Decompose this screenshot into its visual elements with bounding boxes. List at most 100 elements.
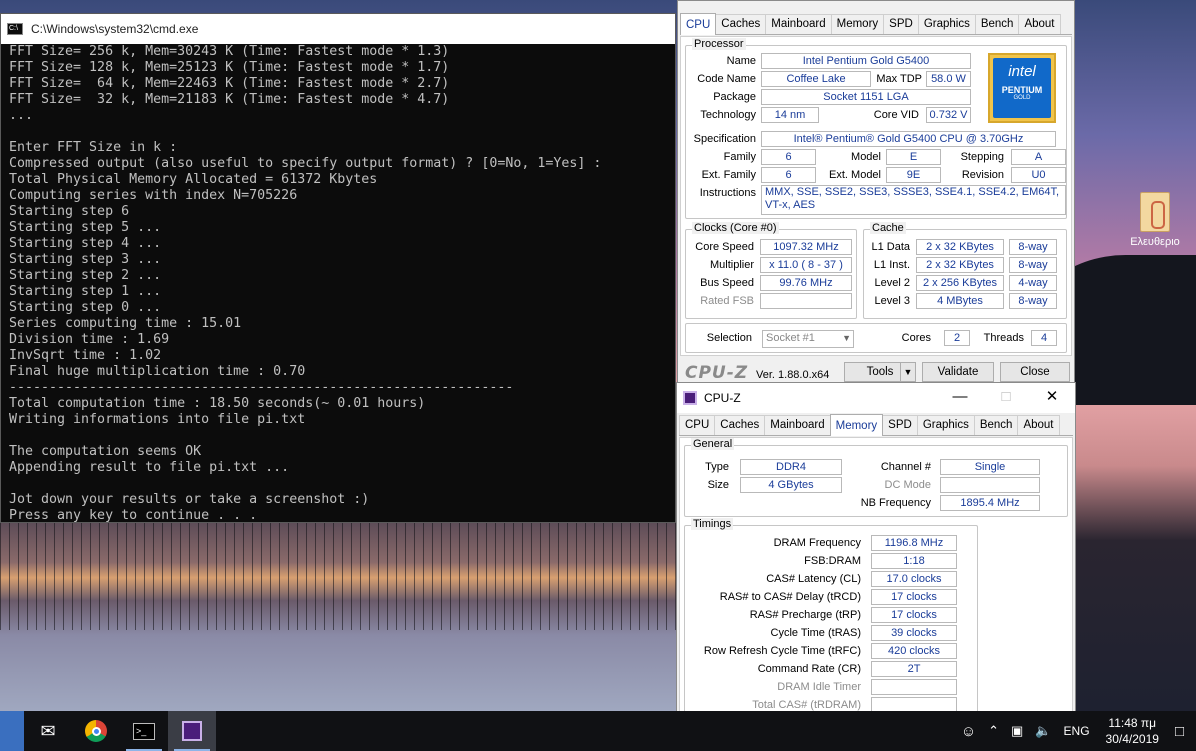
cmd-line: InvSqrt time : 1.02: [9, 348, 162, 363]
tab-about[interactable]: About: [1018, 14, 1061, 34]
network-icon[interactable]: ▣: [1011, 723, 1023, 739]
type-value: DDR4: [740, 459, 842, 475]
desktop-folder-icon[interactable]: Ελευθεριο: [1120, 192, 1190, 248]
cmd-taskbar-icon[interactable]: >_: [120, 711, 168, 751]
volume-icon[interactable]: 🔈: [1035, 723, 1051, 739]
memory-panel: General Type DDR4 Size 4 GBytes Channel …: [679, 437, 1073, 714]
tab-cpu[interactable]: CPU: [679, 415, 716, 435]
size-label: Size: [707, 479, 729, 491]
timing-value: 17 clocks: [871, 589, 957, 605]
mail-icon[interactable]: ✉: [24, 711, 72, 751]
tab-graphics[interactable]: Graphics: [917, 14, 976, 34]
tab-memory[interactable]: Memory: [829, 414, 884, 436]
memory-window-titlebar[interactable]: CPU-Z — □ ✕: [677, 383, 1075, 413]
l1-inst-label: L1 Inst.: [873, 259, 910, 271]
core-vid-value: 0.732 V: [926, 107, 971, 123]
cores-label: Cores: [901, 332, 931, 344]
cores-value: 2: [944, 330, 970, 346]
desktop-icon-label: Ελευθεριο: [1130, 236, 1180, 248]
timing-label: RAS# Precharge (tRP): [749, 609, 861, 621]
clock-date: 30/4/2019: [1105, 732, 1159, 746]
start-button[interactable]: [0, 711, 24, 751]
timing-value: 420 clocks: [871, 643, 957, 659]
tab-spd[interactable]: SPD: [882, 415, 918, 435]
tab-caches[interactable]: Caches: [715, 14, 767, 34]
core-vid-label: Core VID: [873, 109, 919, 121]
logo-line1: PENTIUM: [1001, 85, 1043, 95]
l1-data-value: 2 x 32 KBytes: [916, 239, 1004, 255]
version-text: Ver. 1.88.0.x64: [756, 369, 830, 381]
technology-value: 14 nm: [761, 107, 819, 123]
rated-fsb-label: Rated FSB: [700, 295, 754, 307]
ext-family-value: 6: [761, 167, 816, 183]
tab-about[interactable]: About: [1017, 415, 1060, 435]
tab-mainboard[interactable]: Mainboard: [765, 14, 832, 34]
chrome-icon[interactable]: [72, 711, 120, 751]
codename-label: Code Name: [697, 73, 756, 85]
cache-group-title: Cache: [870, 222, 906, 234]
cmd-line: Final huge multiplication time : 0.70: [9, 364, 306, 379]
minimize-icon[interactable]: —: [937, 383, 983, 413]
timing-value: 2T: [871, 661, 957, 677]
chevron-up-icon[interactable]: ⌃: [988, 723, 999, 739]
revision-value: U0: [1011, 167, 1066, 183]
cmd-output[interactable]: FFT Size= 256 k, Mem=30243 K (Time: Fast…: [1, 44, 675, 524]
tools-button-label: Tools: [866, 366, 894, 378]
cmd-titlebar[interactable]: C:\ C:\Windows\system32\cmd.exe: [1, 14, 675, 44]
tdp-label: Max TDP: [876, 73, 922, 85]
cmd-line: Total Physical Memory Allocated = 61372 …: [9, 172, 378, 187]
tab-bench[interactable]: Bench: [973, 415, 1019, 435]
bus-speed-value: 99.76 MHz: [760, 275, 852, 291]
codename-value: Coffee Lake: [761, 71, 871, 87]
timing-label: Total CAS# (tRDRAM): [752, 699, 861, 711]
cmd-line: ----------------------------------------…: [9, 380, 514, 395]
logo-line2: GOLD: [1013, 95, 1031, 101]
package-label: Package: [713, 91, 756, 103]
tab-spd[interactable]: SPD: [883, 14, 919, 34]
clock[interactable]: 11:48 πμ 30/4/2019: [1106, 715, 1159, 747]
logo-brand: intel: [1008, 63, 1036, 80]
instructions-label: Instructions: [699, 187, 756, 199]
nb-frequency-label: NB Frequency: [860, 497, 931, 509]
instructions-value: MMX, SSE, SSE2, SSE3, SSSE3, SSE4.1, SSE…: [761, 185, 1066, 215]
validate-button[interactable]: Validate: [922, 362, 994, 382]
tab-graphics[interactable]: Graphics: [916, 415, 975, 435]
multiplier-value: x 11.0 ( 8 - 37 ): [760, 257, 852, 273]
cmd-line: FFT Size= 64 k, Mem=22463 K (Time: Faste…: [9, 76, 450, 91]
level2-value: 2 x 256 KBytes: [916, 275, 1004, 291]
maximize-icon[interactable]: □: [983, 383, 1029, 413]
cpuz-cpu-window[interactable]: CPU Caches Mainboard Memory SPD Graphics…: [677, 0, 1075, 384]
cmd-line: Press any key to continue . . .: [9, 508, 258, 523]
package-value: Socket 1151 LGA: [761, 89, 971, 105]
cmd-line: Enter FFT Size in k :: [9, 140, 178, 155]
socket-select[interactable]: Socket #1 ▼: [762, 330, 854, 348]
timing-value: 17 clocks: [871, 607, 957, 623]
tab-bench[interactable]: Bench: [974, 14, 1020, 34]
close-icon[interactable]: ✕: [1029, 383, 1075, 413]
tools-dropdown-button[interactable]: ▼: [900, 362, 916, 382]
cpuz-taskbar-icon[interactable]: [168, 711, 216, 751]
close-button[interactable]: Close: [1000, 362, 1070, 382]
people-icon[interactable]: ☺: [961, 723, 976, 740]
ext-model-label: Ext. Model: [829, 169, 881, 181]
notification-icon[interactable]: □: [1175, 723, 1184, 740]
cmd-line: Computing series with index N=705226: [9, 188, 298, 203]
cmd-title: C:\Windows\system32\cmd.exe: [31, 22, 199, 36]
tab-memory[interactable]: Memory: [830, 14, 885, 34]
timing-value: 1196.8 MHz: [871, 535, 957, 551]
level3-label: Level 3: [874, 295, 910, 307]
tab-mainboard[interactable]: Mainboard: [764, 415, 831, 435]
cmd-line: Starting step 6: [9, 204, 130, 219]
cmd-line: ...: [9, 108, 34, 123]
tab-cpu[interactable]: CPU: [680, 13, 717, 35]
cpuz-memory-window[interactable]: CPU-Z — □ ✕ CPU Caches Mainboard Memory …: [676, 382, 1076, 714]
language-indicator[interactable]: ENG: [1064, 724, 1090, 738]
cpu-name-value: Intel Pentium Gold G5400: [761, 53, 971, 69]
tab-caches[interactable]: Caches: [714, 415, 766, 435]
cpuz-logo: CPU-Z: [685, 363, 749, 383]
timing-label: Cycle Time (tRAS): [770, 627, 861, 639]
cmd-window[interactable]: C:\ C:\Windows\system32\cmd.exe FFT Size…: [0, 13, 676, 523]
dc-mode-label: DC Mode: [884, 479, 931, 491]
clocks-group: Clocks (Core #0) Core Speed 1097.32 MHz …: [685, 222, 857, 319]
timing-value: 17.0 clocks: [871, 571, 957, 587]
